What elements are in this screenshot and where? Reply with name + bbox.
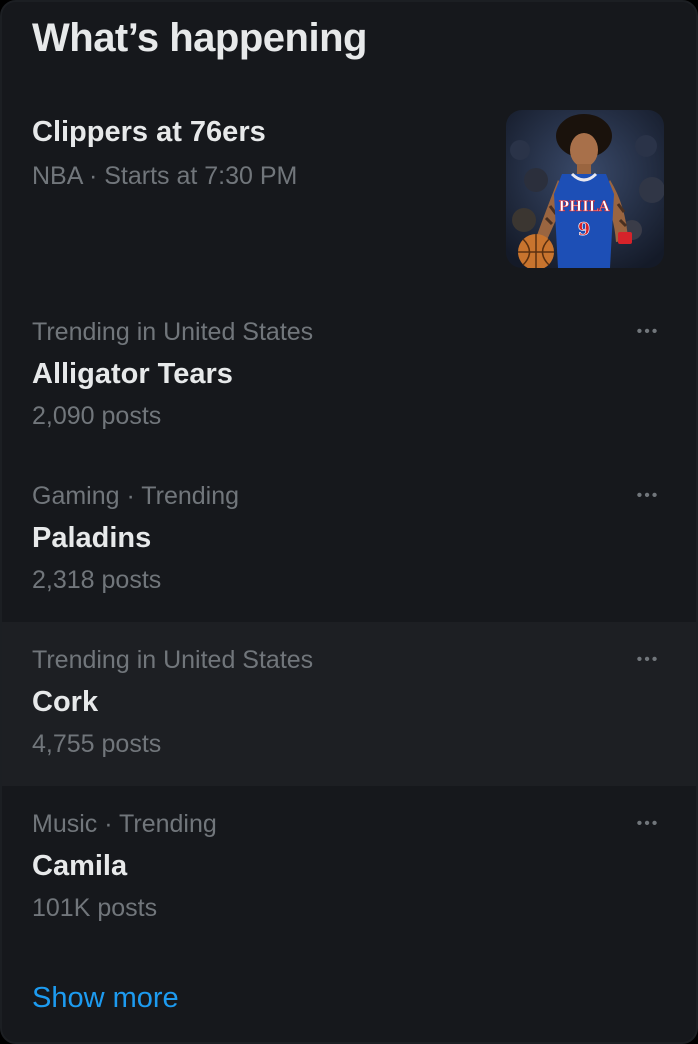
more-horizontal-icon: ••• [636, 651, 660, 668]
more-horizontal-icon: ••• [636, 323, 660, 340]
more-horizontal-icon: ••• [636, 487, 660, 504]
trend-post-count: 2,318 posts [32, 566, 162, 594]
show-more-link[interactable]: Show more [32, 980, 179, 1016]
trend-item[interactable]: Gaming · Trending Paladins 2,318 posts •… [2, 458, 696, 622]
basketball-player-image: PHILA 9 [506, 110, 664, 268]
jersey-text: PHILA [558, 199, 610, 215]
trend-post-count: 101K posts [32, 894, 158, 922]
more-options-button[interactable]: ••• [626, 642, 670, 678]
trend-context: Music · Trending [32, 810, 217, 838]
more-options-button[interactable]: ••• [626, 478, 670, 514]
trend-name: Cork [32, 686, 99, 718]
trend-name: Camila [32, 850, 128, 882]
trend-post-count: 2,090 posts [32, 402, 162, 430]
trend-name: Paladins [32, 522, 152, 554]
whats-happening-panel: What’s happening Clippers at 76ers NBA ·… [0, 0, 698, 1044]
event-title: Clippers at 76ers [32, 116, 266, 148]
event-thumbnail: PHILA 9 [506, 110, 664, 268]
more-options-button[interactable]: ••• [626, 806, 670, 842]
trend-item[interactable]: Trending in United States Alligator Tear… [2, 294, 696, 458]
trend-item[interactable]: Music · Trending Camila 101K posts ••• [2, 786, 696, 950]
trend-context: Gaming · Trending [32, 482, 240, 510]
section-title: What’s happening [32, 16, 367, 60]
more-horizontal-icon: ••• [636, 815, 660, 832]
live-event-card[interactable]: Clippers at 76ers NBA · Starts at 7:30 P… [2, 94, 696, 290]
trend-name: Alligator Tears [32, 358, 233, 390]
trend-item[interactable]: Trending in United States Cork 4,755 pos… [2, 622, 696, 786]
trend-context: Trending in United States [32, 646, 314, 674]
event-meta: NBA · Starts at 7:30 PM [32, 162, 298, 190]
trend-context: Trending in United States [32, 318, 314, 346]
jersey-number: 9 [578, 219, 591, 240]
more-options-button[interactable]: ••• [626, 314, 670, 350]
trend-post-count: 4,755 posts [32, 730, 162, 758]
